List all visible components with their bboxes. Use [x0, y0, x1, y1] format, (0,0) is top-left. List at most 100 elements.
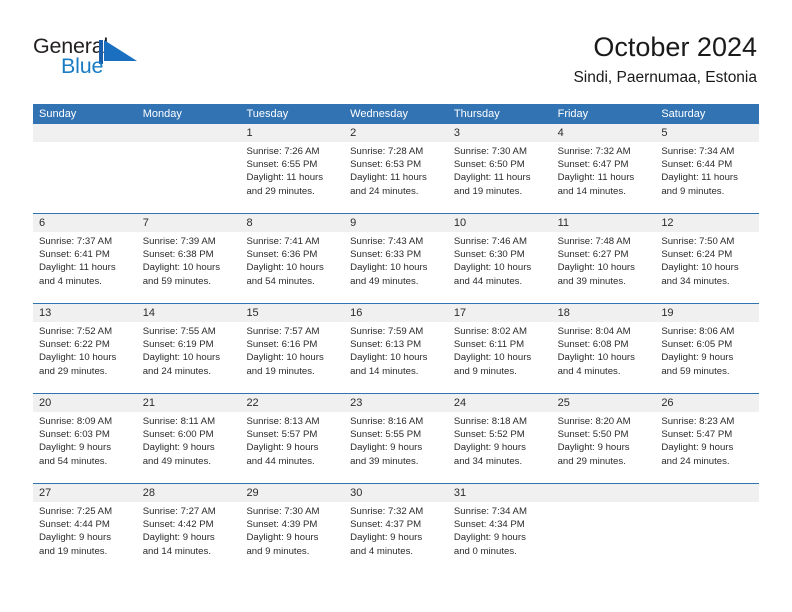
- day-number[interactable]: 9: [344, 214, 448, 232]
- day-cell[interactable]: Sunrise: 7:39 AM Sunset: 6:38 PM Daylight:…: [137, 232, 241, 303]
- day-cell[interactable]: Sunrise: 8:13 AM Sunset: 5:57 PM Daylight:…: [240, 412, 344, 483]
- day-number[interactable]: 19: [655, 304, 759, 322]
- day-number[interactable]: 1: [240, 124, 344, 142]
- day-number[interactable]: 28: [137, 484, 241, 502]
- day-info-line: Sunrise: 7:30 AM: [453, 146, 527, 157]
- day-info-line: and 29 minutes.: [39, 365, 108, 377]
- day-cell[interactable]: Sunrise: 7:30 AM Sunset: 4:39 PM Daylight:…: [240, 502, 344, 573]
- day-info-line: Sunset: 5:47 PM: [661, 429, 733, 441]
- day-info-line: Sunrise: 7:34 AM: [661, 146, 735, 157]
- day-info-line: Sunrise: 7:30 AM: [246, 506, 320, 517]
- weekday-header-friday: Friday: [557, 108, 589, 120]
- day-number[interactable]: 23: [344, 394, 448, 412]
- day-number[interactable]: 22: [240, 394, 344, 412]
- day-cell[interactable]: Sunrise: 8:18 AM Sunset: 5:52 PM Daylight:…: [448, 412, 552, 483]
- day-number[interactable]: 8: [240, 214, 344, 232]
- day-cell[interactable]: Sunrise: 8:11 AM Sunset: 6:00 PM Daylight:…: [137, 412, 241, 483]
- week-date-band: 13 14 15 16 17 18 19: [33, 304, 759, 322]
- day-info-line: and 29 minutes.: [557, 455, 626, 467]
- day-number[interactable]: 2: [344, 124, 448, 142]
- day-number[interactable]: 24: [448, 394, 552, 412]
- day-info-line: and 24 minutes.: [661, 455, 730, 467]
- day-number[interactable]: 7: [137, 214, 241, 232]
- empty-day-cell: [137, 142, 241, 213]
- day-number[interactable]: 12: [655, 214, 759, 232]
- day-info-line: Sunset: 6:27 PM: [557, 249, 629, 261]
- day-info-line: Sunrise: 7:57 AM: [246, 326, 320, 337]
- day-cell[interactable]: Sunrise: 7:37 AM Sunset: 6:41 PM Daylight:…: [33, 232, 137, 303]
- day-info-line: Sunrise: 7:27 AM: [142, 506, 216, 517]
- day-info-line: and 24 minutes.: [142, 365, 211, 377]
- day-info-line: Daylight: 9 hours: [142, 532, 215, 544]
- day-number[interactable]: 5: [655, 124, 759, 142]
- day-info-line: and 19 minutes.: [39, 545, 108, 557]
- day-cell[interactable]: Sunrise: 8:02 AM Sunset: 6:11 PM Daylight:…: [448, 322, 552, 393]
- day-info-line: and 49 minutes.: [350, 275, 419, 287]
- day-info-line: Daylight: 10 hours: [142, 262, 221, 274]
- day-cell[interactable]: Sunrise: 7:34 AM Sunset: 4:34 PM Daylight:…: [448, 502, 552, 573]
- day-cell[interactable]: Sunrise: 8:09 AM Sunset: 6:03 PM Daylight:…: [33, 412, 137, 483]
- day-cell[interactable]: Sunrise: 7:30 AM Sunset: 6:50 PM Daylight:…: [448, 142, 552, 213]
- day-number[interactable]: 17: [448, 304, 552, 322]
- day-info-line: Sunrise: 7:55 AM: [142, 326, 216, 337]
- day-number[interactable]: 14: [137, 304, 241, 322]
- day-number[interactable]: 16: [344, 304, 448, 322]
- day-cell[interactable]: Sunrise: 8:16 AM Sunset: 5:55 PM Daylight:…: [344, 412, 448, 483]
- day-cell[interactable]: Sunrise: 7:50 AM Sunset: 6:24 PM Daylight:…: [655, 232, 759, 303]
- day-info-line: Daylight: 10 hours: [557, 352, 635, 364]
- day-cell[interactable]: Sunrise: 7:57 AM Sunset: 6:16 PM Daylight:…: [240, 322, 344, 393]
- day-number[interactable]: 20: [33, 394, 137, 412]
- day-number[interactable]: 21: [137, 394, 241, 412]
- day-number[interactable]: 30: [344, 484, 448, 502]
- day-cell[interactable]: Sunrise: 7:43 AM Sunset: 6:33 PM Daylight:…: [344, 232, 448, 303]
- day-info-line: Sunrise: 7:34 AM: [453, 506, 527, 517]
- day-info-line: and 9 minutes.: [453, 365, 517, 377]
- day-info-line: Sunset: 6:33 PM: [350, 249, 422, 261]
- day-info-line: Sunset: 5:52 PM: [453, 429, 525, 441]
- day-number[interactable]: 15: [240, 304, 344, 322]
- day-number[interactable]: 4: [552, 124, 656, 142]
- day-number[interactable]: 27: [33, 484, 137, 502]
- day-cell[interactable]: Sunrise: 8:04 AM Sunset: 6:08 PM Daylight:…: [552, 322, 656, 393]
- day-cell[interactable]: Sunrise: 7:32 AM Sunset: 4:37 PM Daylight:…: [344, 502, 448, 573]
- day-number[interactable]: 25: [552, 394, 656, 412]
- calendar-week-row: 27 28 29 30 31 Sunrise: 7:25 AM Sunset: 4:44 P…: [33, 483, 759, 573]
- day-info-line: Sunset: 6:13 PM: [350, 339, 422, 351]
- day-info-line: Sunrise: 7:39 AM: [142, 236, 216, 247]
- day-cell[interactable]: Sunrise: 7:55 AM Sunset: 6:19 PM Daylight:…: [137, 322, 241, 393]
- day-number[interactable]: 11: [552, 214, 656, 232]
- day-number[interactable]: 29: [240, 484, 344, 502]
- day-info-line: Daylight: 9 hours: [453, 442, 526, 454]
- day-cell[interactable]: Sunrise: 7:48 AM Sunset: 6:27 PM Daylight:…: [552, 232, 656, 303]
- week-detail-band: Sunrise: 7:26 AM Sunset: 6:55 PM Daylight:…: [33, 142, 759, 213]
- day-cell[interactable]: Sunrise: 7:32 AM Sunset: 6:47 PM Daylight:…: [552, 142, 656, 213]
- day-info-line: Daylight: 10 hours: [453, 352, 532, 364]
- day-cell[interactable]: Sunrise: 8:23 AM Sunset: 5:47 PM Daylight:…: [655, 412, 759, 483]
- day-number[interactable]: 3: [448, 124, 552, 142]
- day-info-line: and 14 minutes.: [142, 545, 211, 557]
- day-number[interactable]: 26: [655, 394, 759, 412]
- week-date-band: 27 28 29 30 31: [33, 484, 759, 502]
- day-info-line: Daylight: 11 hours: [350, 172, 427, 184]
- day-cell[interactable]: Sunrise: 8:06 AM Sunset: 6:05 PM Daylight:…: [655, 322, 759, 393]
- day-number[interactable]: 18: [552, 304, 656, 322]
- day-cell[interactable]: Sunrise: 7:41 AM Sunset: 6:36 PM Daylight:…: [240, 232, 344, 303]
- day-cell[interactable]: Sunrise: 7:34 AM Sunset: 6:44 PM Daylight:…: [655, 142, 759, 213]
- calendar-page: General Blue October 2024 Sindi, Paernum…: [0, 0, 792, 612]
- day-number[interactable]: 6: [33, 214, 137, 232]
- day-cell[interactable]: Sunrise: 7:59 AM Sunset: 6:13 PM Daylight:…: [344, 322, 448, 393]
- day-cell[interactable]: Sunrise: 8:20 AM Sunset: 5:50 PM Daylight:…: [552, 412, 656, 483]
- day-number[interactable]: 10: [448, 214, 552, 232]
- day-info-line: Sunset: 6:22 PM: [39, 339, 110, 351]
- day-info-line: Daylight: 10 hours: [350, 352, 428, 364]
- day-info-line: and 49 minutes.: [142, 455, 211, 467]
- day-cell[interactable]: Sunrise: 7:46 AM Sunset: 6:30 PM Daylight:…: [448, 232, 552, 303]
- day-cell[interactable]: Sunrise: 7:25 AM Sunset: 4:44 PM Daylight:…: [33, 502, 137, 573]
- day-cell[interactable]: Sunrise: 7:52 AM Sunset: 6:22 PM Daylight:…: [33, 322, 137, 393]
- day-number[interactable]: 31: [448, 484, 552, 502]
- day-cell[interactable]: Sunrise: 7:27 AM Sunset: 4:42 PM Daylight:…: [137, 502, 241, 573]
- weekday-header-row: Sunday Monday Tuesday Wednesday Thursday…: [33, 104, 759, 124]
- day-number[interactable]: 13: [33, 304, 137, 322]
- day-cell[interactable]: Sunrise: 7:26 AM Sunset: 6:55 PM Daylight:…: [240, 142, 344, 213]
- day-cell[interactable]: Sunrise: 7:28 AM Sunset: 6:53 PM Daylight:…: [344, 142, 448, 213]
